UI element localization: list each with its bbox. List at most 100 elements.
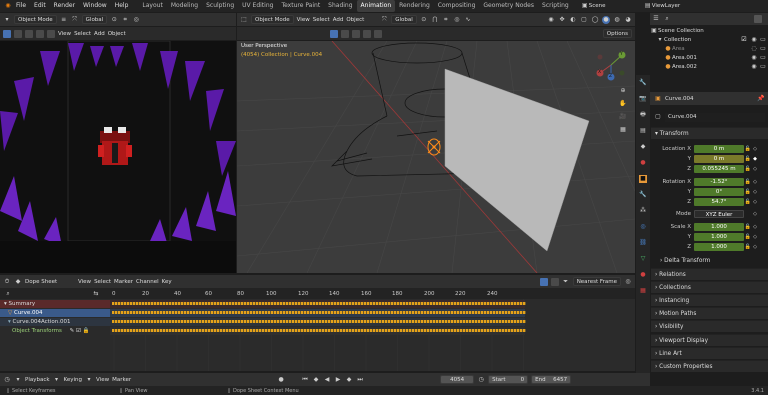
render-tab-icon[interactable]: 📷 [639, 95, 647, 103]
curve-falloff-icon[interactable]: ∿ [464, 16, 472, 24]
tool-mode-3-icon[interactable] [363, 29, 371, 38]
pan-hand-icon[interactable]: ✋ [619, 100, 627, 108]
camera-render-icon[interactable]: ▭ [759, 54, 767, 62]
menu-edit[interactable]: Edit [30, 0, 50, 12]
tool-mode-1-icon[interactable] [341, 29, 349, 38]
play-reverse-icon[interactable]: ◀ [323, 376, 331, 384]
scene-tab-icon[interactable]: ◆ [639, 143, 647, 151]
dopesheet-mode-dropdown[interactable]: Dope Sheet [25, 279, 75, 285]
properties-data-name[interactable]: Curve.004 [665, 112, 765, 122]
texture-tab-icon[interactable]: ▦ [639, 287, 647, 295]
channel-summary[interactable]: ▾ Summary [0, 300, 110, 308]
viewport-transform-dropdown[interactable]: Global [391, 15, 417, 24]
checkbox-icon[interactable]: ☑ [76, 328, 81, 334]
lock-icon[interactable]: 🔓 [744, 146, 752, 152]
view-menu-icon[interactable]: ≡ [60, 16, 68, 24]
dopesheet-menu-marker[interactable]: Marker [114, 279, 133, 285]
shading-material-icon[interactable]: ◍ [613, 16, 621, 24]
dopesheet-mode-icon[interactable]: ◆ [14, 278, 22, 286]
transform-orientation-icon[interactable]: ⤧ [71, 16, 79, 24]
collections-section[interactable]: › Collections [651, 281, 768, 293]
timeline-menu-playback[interactable]: Playback [25, 377, 50, 383]
current-frame-field[interactable]: 4054 [440, 375, 475, 384]
menu-help[interactable]: Help [111, 0, 133, 12]
camera-menu-view[interactable]: View [58, 31, 71, 37]
record-icon[interactable]: ● [277, 376, 285, 384]
pin-icon[interactable]: 📌 [757, 95, 765, 103]
object-tab-icon[interactable]: ■ [639, 175, 647, 183]
dopesheet-menu-select[interactable]: Select [94, 279, 111, 285]
camera-render-icon[interactable]: ▭ [759, 63, 767, 71]
eye-icon[interactable]: ◉ [750, 54, 758, 62]
data-tab-icon[interactable]: ▽ [639, 255, 647, 263]
lock-icon[interactable]: 🔓 [744, 234, 752, 240]
keyframe-diamond-icon[interactable]: ◇ [752, 199, 758, 205]
keyframe-diamond-icon[interactable]: ◇ [752, 211, 758, 217]
location-z-field[interactable]: 0.055245 m [694, 164, 744, 173]
snap-icon[interactable]: ⌗ [121, 16, 129, 24]
grid-perspective-icon[interactable]: ▦ [619, 126, 627, 134]
properties-object-name[interactable]: Curve.004 [665, 96, 693, 102]
lock-icon[interactable]: 🔓 [744, 199, 752, 205]
keyframes-summary[interactable] [112, 302, 526, 305]
pivot-icon[interactable]: ⊙ [110, 16, 118, 24]
workspace-tab-texture-paint[interactable]: Texture Paint [277, 0, 324, 12]
outliner-row-area[interactable]: ● Area ◌ ▭ [650, 45, 768, 53]
viewport-menu-select[interactable]: Select [313, 17, 330, 23]
fcurve-icon[interactable]: ✎ [70, 328, 75, 334]
select-mode-2-icon[interactable] [25, 29, 33, 38]
viewport-menu-add[interactable]: Add [333, 17, 344, 23]
material-tab-icon[interactable]: ● [639, 271, 647, 279]
workspace-tab-compositing[interactable]: Compositing [434, 0, 480, 12]
preview-range-icon[interactable]: ◷ [477, 376, 485, 384]
tool-mode-4-icon[interactable] [374, 29, 382, 38]
eye-icon[interactable]: ◌ [750, 45, 758, 53]
scene-icon[interactable]: ▣ [581, 2, 589, 10]
keyframes-object-transforms[interactable] [112, 329, 526, 332]
overlay-icon[interactable]: ◐ [569, 16, 577, 24]
view-layer-tab-icon[interactable]: ▤ [639, 127, 647, 135]
eye-icon[interactable]: ◉ [750, 36, 758, 44]
pivot-point-icon[interactable]: ⊙ [420, 16, 428, 24]
workspace-tab-rendering[interactable]: Rendering [395, 0, 434, 12]
select-mode-1-icon[interactable] [14, 29, 22, 38]
channel-toggle-icon[interactable]: ⇆ [92, 290, 100, 298]
blender-logo-icon[interactable]: ◉ [4, 2, 12, 10]
dopesheet-editor-icon[interactable]: ⏱ [3, 278, 11, 286]
show-hidden-icon[interactable] [550, 277, 559, 286]
lock-icon[interactable]: 🔓 [744, 224, 752, 230]
next-keyframe-icon[interactable]: ◆ [345, 376, 353, 384]
editor-type-icon[interactable]: ▾ [3, 16, 11, 24]
keyframes-action[interactable] [112, 320, 526, 323]
3d-viewport[interactable]: User Perspective (4054) Collection | Cur… [237, 41, 635, 273]
viewport-menu-view[interactable]: View [297, 17, 310, 23]
keyframes-curve-004[interactable] [112, 311, 526, 314]
workspace-tab-shading[interactable]: Shading [324, 0, 356, 12]
physics-tab-icon[interactable]: ◎ [639, 223, 647, 231]
visibility-icon[interactable]: ◉ [547, 16, 555, 24]
play-icon[interactable]: ▶ [334, 376, 342, 384]
dopesheet-menu-view[interactable]: View [78, 279, 91, 285]
particles-tab-icon[interactable]: ⁂ [639, 207, 647, 215]
custom-properties-section[interactable]: › Custom Properties [651, 360, 768, 372]
timeline-menu-keying[interactable]: Keying [64, 377, 82, 383]
rotation-z-field[interactable]: 54.7° [694, 197, 744, 206]
camera-menu-add[interactable]: Add [94, 31, 105, 37]
view-layer-selector[interactable]: ViewLayer [652, 3, 680, 9]
snap-grid-icon[interactable]: ⌗ [442, 16, 450, 24]
constraints-tab-icon[interactable]: ⛓ [639, 239, 647, 247]
select-box-icon[interactable] [3, 29, 11, 38]
shading-render-icon[interactable]: ◕ [624, 16, 632, 24]
shading-solid-icon[interactable]: ● [602, 15, 610, 24]
workspace-tab-uv-editing[interactable]: UV Editing [238, 0, 277, 12]
scale-y-field[interactable]: 1.000 [694, 232, 744, 241]
channel-object-transforms[interactable]: Object Transforms ✎ ☑ 🔒 [0, 327, 110, 335]
proportional-icon[interactable]: ◎ [132, 16, 140, 24]
jump-end-icon[interactable]: ⏭ [356, 376, 364, 384]
zoom-icon[interactable]: ⊕ [619, 87, 627, 95]
camera-menu-select[interactable]: Select [74, 31, 91, 37]
filter-funnel-icon[interactable]: ⏷ [562, 278, 570, 286]
camera-view-icon[interactable]: 🎥 [619, 113, 627, 121]
snap-mode-dropdown[interactable]: Nearest Frame [572, 277, 621, 286]
tool-mode-2-icon[interactable] [352, 29, 360, 38]
